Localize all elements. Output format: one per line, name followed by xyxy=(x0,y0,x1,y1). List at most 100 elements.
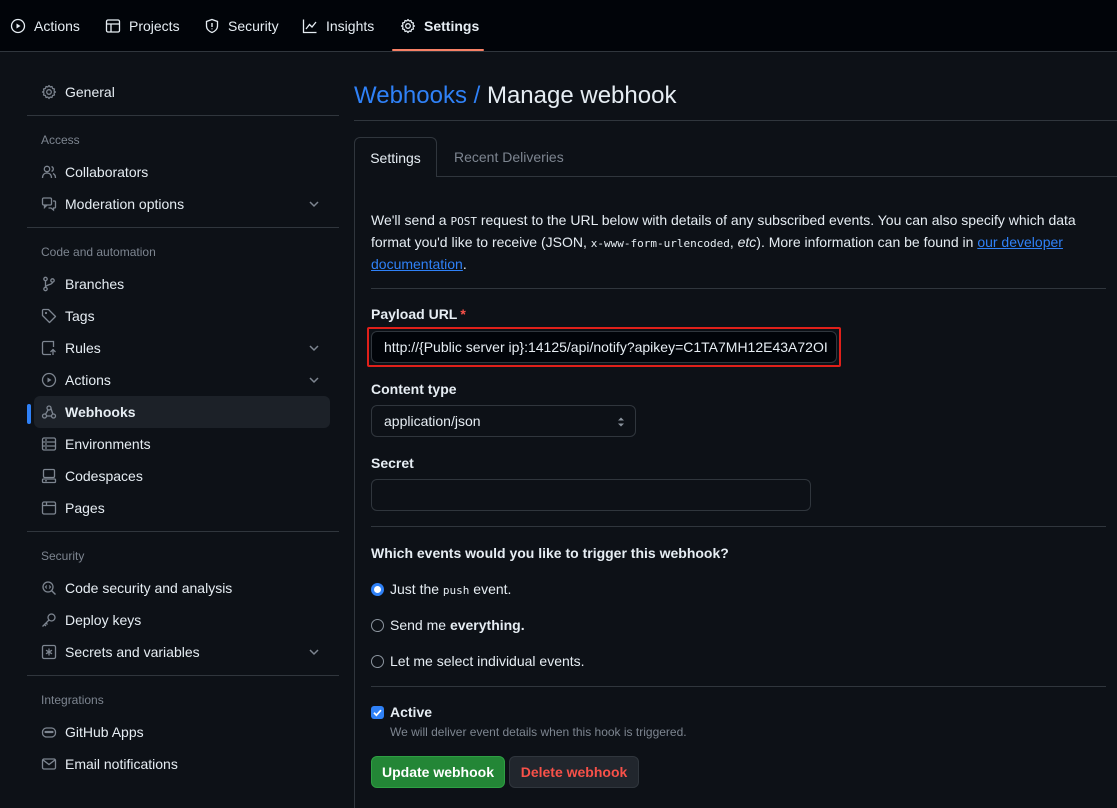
key-asterisk-icon xyxy=(41,644,57,660)
sidebar-item-branches[interactable]: Branches xyxy=(34,268,330,300)
nav-actions[interactable]: Actions xyxy=(10,0,80,52)
intro-urlencoded-code: x-www-form-urlencoded xyxy=(590,237,730,250)
nav-security[interactable]: Security xyxy=(204,0,279,52)
chevron-down-icon xyxy=(309,649,319,656)
sidebar-item-label: Code security and analysis xyxy=(65,580,233,596)
sidebar-item-label: Email notifications xyxy=(65,756,178,772)
radio-push-event[interactable]: Just the push event. xyxy=(371,581,511,597)
radio-button-checked[interactable] xyxy=(371,582,384,596)
content-type-label: Content type xyxy=(371,381,457,397)
sidebar-item-label: Environments xyxy=(65,436,151,452)
comment-discussion-icon xyxy=(41,197,57,212)
intro-part: We'll send a xyxy=(371,212,451,228)
sidebar-item-label: Rules xyxy=(65,340,101,356)
server-icon xyxy=(41,437,57,451)
radio-label: Send me everything. xyxy=(390,617,525,633)
nav-security-label: Security xyxy=(228,18,279,34)
active-checkbox[interactable] xyxy=(371,706,384,719)
sidebar-item-rules[interactable]: Rules xyxy=(34,332,330,364)
select-arrows-icon xyxy=(618,417,624,427)
sidebar-divider xyxy=(27,675,339,676)
title-divider xyxy=(354,120,1117,121)
sidebar-heading-integrations: Integrations xyxy=(41,693,104,707)
webhook-icon xyxy=(41,405,57,419)
active-hint: We will deliver event details when this … xyxy=(390,725,687,739)
sidebar-item-actions[interactable]: Actions xyxy=(34,364,330,396)
radio-button[interactable] xyxy=(371,654,384,668)
radio-everything[interactable]: Send me everything. xyxy=(371,617,525,633)
play-icon xyxy=(41,372,57,388)
sidebar-item-moderation[interactable]: Moderation options xyxy=(34,188,330,220)
sidebar-item-environments[interactable]: Environments xyxy=(34,428,330,460)
secret-label: Secret xyxy=(371,455,414,471)
radio-text: event. xyxy=(469,581,512,597)
sidebar-item-secrets[interactable]: Secrets and variables xyxy=(34,636,330,668)
tag-icon xyxy=(41,308,57,324)
sidebar-item-label: Webhooks xyxy=(65,404,136,420)
sidebar-item-email-notifications[interactable]: Email notifications xyxy=(34,748,330,780)
intro-post-code: POST xyxy=(450,215,477,228)
radio-text: Just the xyxy=(390,581,443,597)
sidebar-divider xyxy=(27,227,339,228)
sidebar-item-label: Tags xyxy=(65,308,95,324)
sidebar-item-label: Codespaces xyxy=(65,468,143,484)
sidebar-heading-access: Access xyxy=(41,133,80,147)
secret-input[interactable] xyxy=(371,479,811,511)
tab-settings[interactable]: Settings xyxy=(354,137,437,177)
panel-divider xyxy=(371,686,1106,687)
gear-icon xyxy=(41,84,57,100)
breadcrumb-webhooks[interactable]: Webhooks / xyxy=(354,82,480,109)
content-type-value: application/json xyxy=(384,413,481,429)
intro-part: ). More information can be found in xyxy=(756,234,978,250)
nav-projects[interactable]: Projects xyxy=(105,0,180,52)
sidebar-active-marker xyxy=(27,404,31,424)
sidebar-item-webhooks[interactable]: Webhooks xyxy=(34,396,330,428)
page-title: Webhooks / Manage webhook xyxy=(354,80,676,112)
sidebar-item-deploy-keys[interactable]: Deploy keys xyxy=(34,604,330,636)
graph-icon xyxy=(302,19,317,34)
nav-projects-label: Projects xyxy=(129,18,180,34)
radio-button[interactable] xyxy=(371,618,384,632)
radio-label: Let me select individual events. xyxy=(390,653,585,669)
page-title-text: Manage webhook xyxy=(486,82,677,109)
intro-etc: etc xyxy=(737,234,757,250)
sidebar-item-code-security[interactable]: Code security and analysis xyxy=(34,572,330,604)
intro-part: , xyxy=(729,234,738,250)
codespaces-icon xyxy=(41,468,57,484)
content-type-select[interactable]: application/json xyxy=(371,405,636,437)
delete-webhook-button[interactable]: Delete webhook xyxy=(509,756,639,788)
hubot-icon xyxy=(41,727,57,738)
nav-settings[interactable]: Settings xyxy=(400,0,479,52)
sidebar-item-pages[interactable]: Pages xyxy=(34,492,330,524)
sidebar-heading-security: Security xyxy=(41,549,85,563)
nav-insights[interactable]: Insights xyxy=(302,0,374,52)
key-icon xyxy=(42,613,56,627)
tab-recent-deliveries[interactable]: Recent Deliveries xyxy=(454,137,564,177)
radio-label: Just the push event. xyxy=(390,581,511,597)
sidebar-item-github-apps[interactable]: GitHub Apps xyxy=(34,716,330,748)
mail-icon xyxy=(41,758,57,770)
sidebar-item-label: GitHub Apps xyxy=(65,724,144,740)
sidebar-divider xyxy=(27,531,339,532)
sidebar-item-label: Branches xyxy=(65,276,125,292)
nav-settings-label: Settings xyxy=(424,18,480,34)
sidebar-item-collaborators[interactable]: Collaborators xyxy=(34,156,330,188)
sidebar-item-label: Actions xyxy=(65,372,111,388)
events-question: Which events would you like to trigger t… xyxy=(371,545,729,561)
required-mark: * xyxy=(460,306,466,322)
sidebar-item-tags[interactable]: Tags xyxy=(34,300,330,332)
sidebar-item-label: Collaborators xyxy=(65,164,149,180)
nav-actions-label: Actions xyxy=(34,18,80,34)
payload-url-label: Payload URL * xyxy=(371,306,466,322)
sidebar-item-codespaces[interactable]: Codespaces xyxy=(34,460,330,492)
radio-individual-events[interactable]: Let me select individual events. xyxy=(371,653,585,669)
active-label: Active xyxy=(390,704,433,720)
highlight-box xyxy=(367,327,841,367)
sidebar-divider xyxy=(27,115,339,116)
sidebar-item-general[interactable]: General xyxy=(34,76,330,108)
update-webhook-button[interactable]: Update webhook xyxy=(371,756,505,788)
intro-text: We'll send a POST request to the URL bel… xyxy=(371,210,1101,275)
chevron-down-icon xyxy=(309,345,319,352)
repo-push-icon xyxy=(41,340,56,356)
payload-url-label-text: Payload URL xyxy=(371,306,458,322)
